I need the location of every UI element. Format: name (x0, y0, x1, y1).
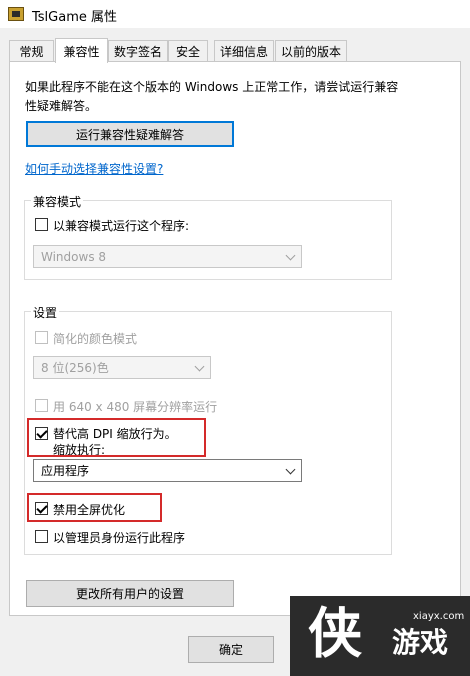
chevron-down-icon (194, 361, 205, 372)
reduced-color-checkbox (35, 331, 48, 344)
watermark-url: xiayx.com (413, 611, 465, 622)
highlight-box-dpi (27, 418, 206, 457)
tab-details[interactable]: 详细信息 (214, 40, 274, 62)
title-bar: TslGame 属性 (0, 0, 470, 28)
tab-general[interactable]: 常规 (9, 40, 54, 62)
res-640-row: 用 640 x 480 屏幕分辨率运行 (35, 398, 217, 415)
tab-strip: 常规 兼容性 数字签名 安全 详细信息 以前的版本 (0, 38, 470, 63)
run-as-admin-checkbox[interactable] (35, 530, 48, 543)
run-troubleshooter-button[interactable]: 运行兼容性疑难解答 (26, 121, 234, 147)
compat-os-value: Windows 8 (41, 249, 107, 264)
change-all-users-button[interactable]: 更改所有用户的设置 (26, 580, 234, 607)
color-depth-select: 8 位(256)色 (33, 356, 211, 379)
chevron-down-icon (285, 464, 296, 475)
chevron-down-icon (285, 250, 296, 261)
res-640-checkbox (35, 399, 48, 412)
res-640-label: 用 640 x 480 屏幕分辨率运行 (53, 400, 218, 414)
tab-digital-signature[interactable]: 数字签名 (108, 40, 168, 62)
highlight-box-fullscreen (27, 493, 162, 522)
dpi-scaling-value: 应用程序 (41, 464, 90, 478)
tab-security[interactable]: 安全 (168, 40, 208, 62)
app-icon (8, 7, 24, 21)
watermark-big-char: 侠 (308, 602, 362, 665)
reduced-color-row: 简化的颜色模式 (35, 330, 137, 347)
reduced-color-label: 简化的颜色模式 (53, 332, 138, 346)
ok-button[interactable]: 确定 (188, 636, 274, 663)
compat-mode-group (24, 200, 392, 280)
compat-os-select: Windows 8 (33, 245, 302, 268)
dpi-scaling-select[interactable]: 应用程序 (33, 459, 302, 482)
run-as-admin-row[interactable]: 以管理员身份运行此程序 (35, 529, 185, 546)
watermark-name: 游戏 (392, 626, 449, 659)
compat-mode-row[interactable]: 以兼容模式运行这个程序: (35, 217, 189, 234)
settings-label: 设置 (31, 304, 60, 321)
intro-text: 如果此程序不能在这个版本的 Windows 上正常工作，请尝试运行兼容性疑难解答… (25, 80, 399, 113)
window-title: TslGame 属性 (32, 10, 118, 25)
compat-mode-checkbox-label: 以兼容模式运行这个程序: (53, 219, 190, 233)
compat-mode-checkbox[interactable] (35, 218, 48, 231)
manual-compat-link[interactable]: 如何手动选择兼容性设置? (25, 160, 163, 177)
color-depth-value: 8 位(256)色 (41, 361, 109, 375)
tab-previous-versions[interactable]: 以前的版本 (275, 40, 347, 62)
run-as-admin-label: 以管理员身份运行此程序 (53, 531, 186, 545)
tab-compatibility[interactable]: 兼容性 (55, 38, 108, 63)
compat-mode-label: 兼容模式 (31, 193, 84, 210)
